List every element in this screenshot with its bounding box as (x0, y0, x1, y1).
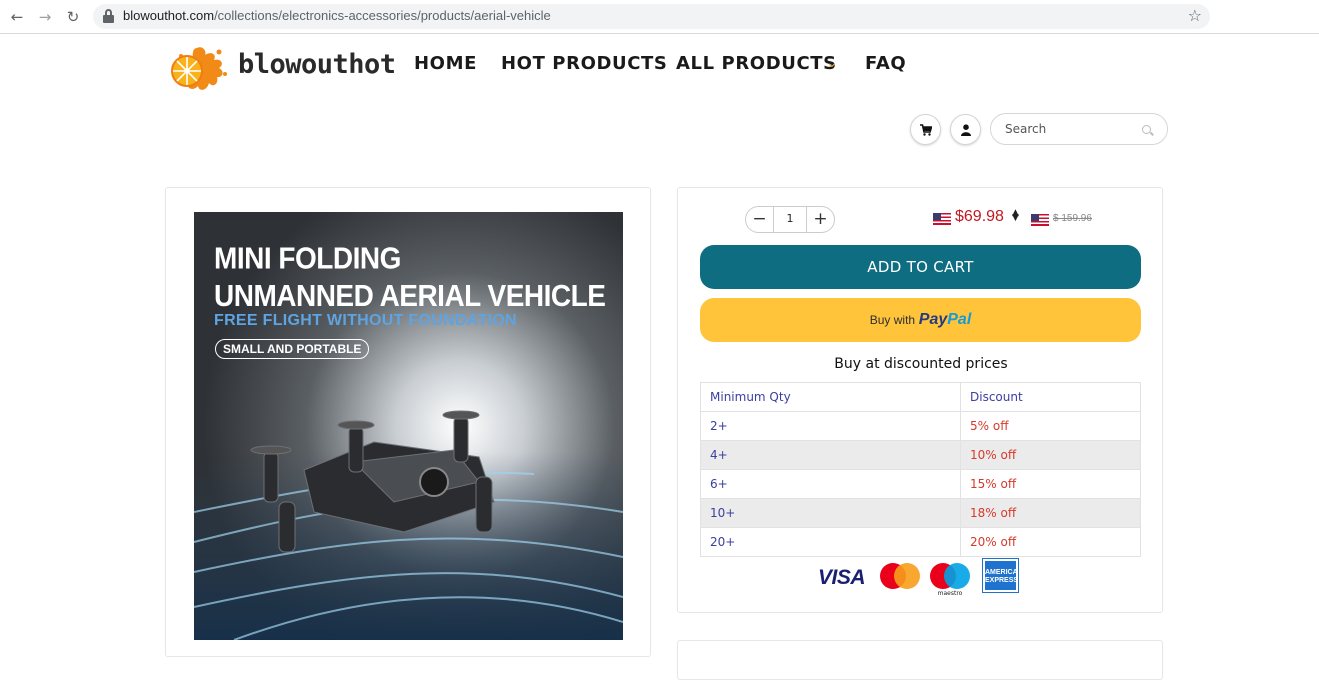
nav-home[interactable]: HOME (414, 53, 477, 74)
image-headline: MINI FOLDING UNMANNED AERIAL VEHICLE (214, 241, 606, 313)
table-header-row: Minimum Qty Discount (700, 382, 1141, 412)
image-subtitle: FREE FLIGHT WITHOUT FOUNDATION (214, 312, 517, 329)
min-qty-cell: 6+ (700, 469, 961, 499)
product-image[interactable]: MINI FOLDING UNMANNED AERIAL VEHICLE FREE… (194, 212, 623, 640)
discount-cell: 20% off (960, 527, 1141, 557)
product-image-card: MINI FOLDING UNMANNED AERIAL VEHICLE FREE… (165, 187, 651, 657)
current-price[interactable]: $69.98 (955, 208, 1004, 226)
address-bar[interactable]: blowouthot.com/collections/electronics-a… (93, 4, 1210, 29)
min-qty-cell: 2+ (700, 411, 961, 441)
image-badge: SMALL AND PORTABLE (215, 339, 370, 359)
discount-cell: 5% off (960, 411, 1141, 441)
url-text[interactable]: blowouthot.com/collections/electronics-a… (123, 8, 551, 23)
discount-cell: 15% off (960, 469, 1141, 499)
maestro-logo: maestro (930, 563, 970, 597)
forward-arrow-icon[interactable]: → (35, 7, 55, 27)
mastercard-logo (880, 563, 920, 589)
logo-wordmark: blowouthot (238, 49, 396, 80)
table-row: 2+ 5% off (700, 411, 1141, 441)
table-row: 10+ 18% off (700, 498, 1141, 528)
nav-all-products[interactable]: ALL PRODUCTS (676, 53, 837, 74)
purchase-card: − 1 + $69.98 ▲ ▼ $ 159.96 ADD TO CART Buy… (677, 187, 1163, 613)
back-arrow-icon[interactable]: ← (7, 7, 27, 27)
site-logo[interactable]: blowouthot (167, 37, 396, 97)
min-qty-cell: 10+ (700, 498, 961, 528)
quantity-value[interactable]: 1 (774, 212, 806, 225)
visa-logo: VISA (818, 566, 866, 589)
chevron-down-icon[interactable]: ⌄ (826, 55, 838, 71)
account-button[interactable] (950, 114, 981, 145)
table-row: 4+ 10% off (700, 440, 1141, 470)
table-row: 6+ 15% off (700, 469, 1141, 499)
min-qty-cell: 4+ (700, 440, 961, 470)
lock-icon (103, 9, 114, 23)
search-box[interactable] (990, 113, 1168, 145)
discount-cell: 10% off (960, 440, 1141, 470)
add-to-cart-button[interactable]: ADD TO CART (700, 245, 1141, 289)
quantity-increase-button[interactable]: + (806, 207, 834, 232)
cart-button[interactable] (910, 114, 941, 145)
discount-cell: 18% off (960, 498, 1141, 528)
cart-icon (920, 124, 932, 136)
search-input[interactable] (1005, 120, 1135, 138)
column-header: Minimum Qty (700, 382, 961, 412)
amex-logo: AMERICAN EXPRESS (982, 558, 1023, 593)
nav-faq[interactable]: FAQ (865, 53, 906, 74)
discount-title: Buy at discounted prices (834, 356, 1008, 372)
min-qty-cell: 20+ (700, 527, 961, 557)
orange-splash-icon (171, 47, 227, 90)
flag-us-icon (933, 213, 951, 225)
nav-hot-products[interactable]: HOT PRODUCTS (501, 53, 667, 74)
browser-toolbar: ← → ↻ blowouthot.com/collections/electro… (0, 0, 1319, 34)
quantity-stepper[interactable]: − 1 + (745, 206, 835, 233)
payment-logos: VISA maestro AMERICAN EXPRESS (818, 558, 1038, 597)
discount-table: Minimum Qty Discount 2+ 5% off 4+ 10% of… (700, 382, 1141, 557)
search-icon[interactable] (1142, 125, 1151, 134)
column-header: Discount (960, 382, 1141, 412)
table-row: 20+ 20% off (700, 527, 1141, 557)
paypal-button[interactable]: Buy with PayPal (700, 298, 1141, 342)
secondary-card (677, 640, 1163, 680)
bookmark-star-icon[interactable]: ☆ (1188, 6, 1202, 25)
compare-at-price: $ 159.96 (1053, 213, 1092, 224)
reload-icon[interactable]: ↻ (63, 7, 83, 27)
sort-caret-icon[interactable]: ▲ ▼ (1012, 209, 1019, 223)
flag-us-icon (1031, 214, 1049, 226)
user-icon (961, 124, 971, 136)
quantity-decrease-button[interactable]: − (746, 207, 774, 232)
